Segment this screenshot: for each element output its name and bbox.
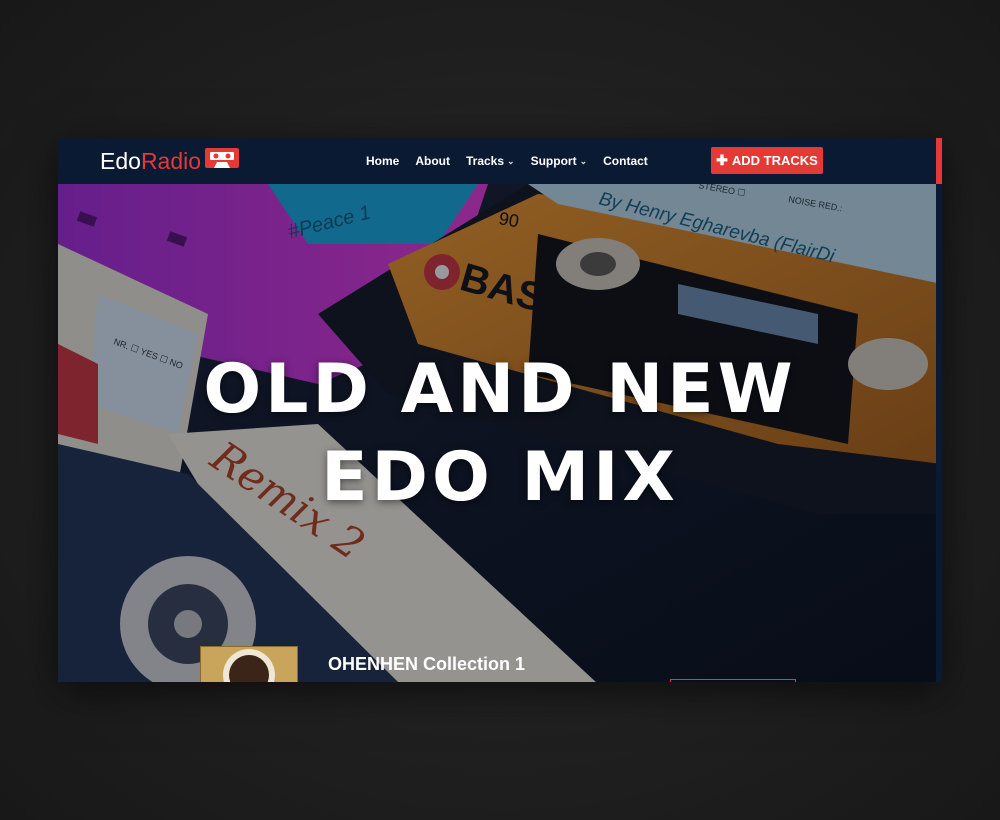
site-logo[interactable]: Edo Radio bbox=[100, 148, 240, 174]
scrollbar-track[interactable] bbox=[936, 184, 942, 682]
nav-support[interactable]: Support ⌄ bbox=[531, 154, 588, 168]
logo-text-radio: Radio bbox=[140, 147, 202, 174]
nav-contact[interactable]: Contact bbox=[603, 154, 648, 168]
nav-tracks[interactable]: Tracks ⌄ bbox=[466, 154, 515, 168]
cassette-icon bbox=[204, 146, 240, 176]
hero-title-line-2: EDO MIX bbox=[321, 438, 679, 517]
nav-home-label: Home bbox=[366, 154, 400, 168]
nav-tracks-label: Tracks bbox=[466, 154, 505, 168]
hero-section: #Peace 1 NR. ☐ YES ☐ NO By Henry Egharev… bbox=[58, 184, 942, 682]
logo-text-edo: Edo bbox=[100, 147, 141, 174]
nav-about-label: About bbox=[415, 154, 450, 168]
track-thumbnail[interactable] bbox=[200, 646, 298, 682]
top-navbar: Edo Radio Home About Tracks ⌄ Support ⌄ … bbox=[58, 138, 942, 184]
chevron-down-icon: ⌄ bbox=[579, 155, 588, 166]
scrollbar-thumb[interactable] bbox=[936, 138, 942, 184]
artist-photo bbox=[229, 655, 269, 682]
nav-home[interactable]: Home bbox=[366, 154, 399, 168]
hero-title: OLD AND NEW EDO MIX bbox=[58, 346, 942, 522]
add-tracks-button[interactable]: ✚ ADD TRACKS bbox=[711, 147, 823, 174]
track-action-button[interactable] bbox=[670, 679, 796, 682]
add-tracks-label: ADD TRACKS bbox=[731, 153, 818, 168]
nav-support-label: Support bbox=[530, 154, 577, 168]
browser-viewport: Edo Radio Home About Tracks ⌄ Support ⌄ … bbox=[58, 138, 942, 682]
nav-about[interactable]: About bbox=[415, 154, 450, 168]
main-menu: Home About Tracks ⌄ Support ⌄ Contact bbox=[366, 138, 664, 184]
hero-title-line-1: OLD AND NEW bbox=[203, 350, 797, 429]
chevron-down-icon: ⌄ bbox=[507, 155, 515, 166]
track-title[interactable]: OHENHEN Collection 1 bbox=[328, 654, 525, 675]
plus-icon: ✚ bbox=[716, 152, 728, 168]
nav-contact-label: Contact bbox=[603, 154, 648, 168]
